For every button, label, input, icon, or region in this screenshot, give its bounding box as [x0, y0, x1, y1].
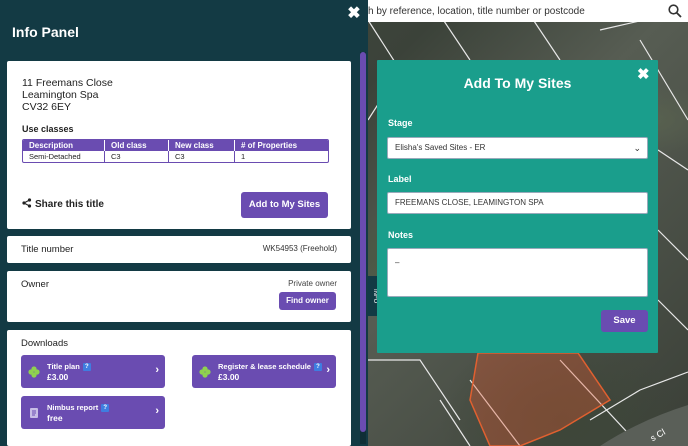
column-header: # of Properties — [241, 141, 298, 150]
table-row: Semi-Detached C3 C3 1 — [23, 151, 328, 162]
download-name: Register & lease schedule — [218, 362, 311, 371]
downloads-heading: Downloads — [21, 338, 68, 349]
stage-label: Stage — [388, 118, 413, 128]
stage-selected-value: Elisha's Saved Sites - ER — [395, 143, 486, 152]
download-title-plan-button[interactable]: Title plan? £3.00 › — [21, 355, 165, 388]
table-cell: 1 — [241, 152, 246, 161]
panel-scrollbar[interactable] — [360, 52, 366, 444]
owner-value: Private owner — [288, 279, 337, 288]
chevron-right-icon: › — [155, 405, 159, 417]
share-link[interactable]: Share this title — [22, 198, 104, 211]
column-header: New class — [169, 140, 235, 151]
title-number-label: Title number — [21, 244, 74, 255]
property-address: 11 Freemans Close Leamington Spa CV32 6E… — [22, 77, 113, 113]
address-line: Leamington Spa — [22, 89, 99, 101]
address-line: 11 Freemans Close — [22, 77, 113, 89]
find-owner-button[interactable]: Find owner — [279, 292, 336, 310]
share-icon — [22, 198, 32, 211]
download-register-button[interactable]: Register & lease schedule? £3.00 › — [192, 355, 336, 388]
title-number-card: Title number WK54953 (Freehold) — [7, 236, 351, 263]
download-name: Title plan — [47, 362, 80, 371]
clover-icon — [199, 365, 211, 378]
map-search-bar[interactable]: h by reference, location, title number o… — [362, 0, 688, 22]
chevron-right-icon: › — [155, 364, 159, 376]
save-button[interactable]: Save — [601, 310, 648, 332]
download-price: £3.00 — [47, 372, 69, 382]
share-label: Share this title — [35, 199, 104, 210]
download-price: free — [47, 413, 63, 423]
table-cell: C3 — [105, 151, 169, 162]
search-icon[interactable] — [662, 0, 688, 22]
help-icon[interactable]: ? — [82, 363, 91, 371]
info-panel: Info Panel ✖ 11 Freemans Close Leamingto… — [0, 0, 368, 446]
address-line: CV32 6EY — [22, 101, 72, 113]
search-input[interactable]: h by reference, location, title number o… — [368, 6, 662, 17]
add-to-my-sites-modal: Add To My Sites ✖ Stage Elisha's Saved S… — [377, 60, 658, 353]
owner-card: Owner Private owner Find owner — [7, 271, 351, 322]
help-icon[interactable]: ? — [313, 363, 322, 371]
address-card: 11 Freemans Close Leamington Spa CV32 6E… — [7, 61, 351, 229]
column-header: Description — [23, 140, 105, 151]
chevron-down-icon: ⌄ — [633, 143, 641, 153]
help-icon[interactable]: ? — [101, 404, 110, 412]
download-name: Nimbus report — [47, 403, 99, 412]
download-nimbus-report-button[interactable]: Nimbus report? free › — [21, 396, 165, 429]
document-icon — [28, 406, 40, 418]
owner-label: Owner — [21, 279, 49, 290]
table-cell: Semi-Detached — [23, 151, 105, 162]
download-price: £3.00 — [218, 372, 240, 382]
close-icon[interactable]: ✖ — [637, 65, 650, 83]
panel-title: Info Panel — [12, 24, 79, 40]
label-input[interactable]: FREEMANS CLOSE, LEAMINGTON SPA — [387, 192, 648, 214]
column-header: Old class — [105, 140, 169, 151]
title-number-value: WK54953 (Freehold) — [262, 244, 337, 253]
use-classes-table: Description Old class New class # of Pro… — [22, 139, 329, 163]
label-label: Label — [388, 174, 412, 184]
table-header: Description Old class New class # of Pro… — [23, 140, 328, 151]
scrollbar-thumb[interactable] — [360, 52, 366, 432]
table-cell: C3 — [169, 151, 235, 162]
use-classes-heading: Use classes — [22, 124, 74, 134]
chevron-right-icon: › — [326, 364, 330, 376]
modal-title: Add To My Sites — [463, 75, 572, 91]
clover-icon — [28, 365, 40, 378]
notes-textarea[interactable]: – — [387, 248, 648, 297]
notes-label: Notes — [388, 230, 414, 240]
add-to-my-sites-button[interactable]: Add to My Sites — [241, 192, 328, 218]
close-icon[interactable]: ✖ — [345, 5, 363, 23]
stage-select[interactable]: Elisha's Saved Sites - ER ⌄ — [387, 137, 648, 159]
downloads-card: Downloads Title plan? £3.00 › Register &… — [7, 330, 351, 446]
